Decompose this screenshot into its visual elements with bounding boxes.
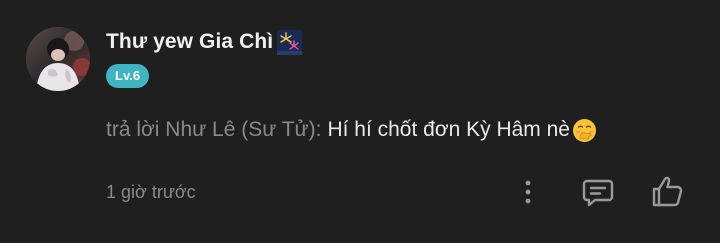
fireworks-emoji-icon [277, 29, 303, 55]
timestamp: 1 giờ trước [106, 182, 196, 202]
reply-button[interactable] [580, 174, 616, 210]
level-label: Lv.6 [115, 68, 141, 83]
username-row[interactable]: Thư yew Gia Chì [106, 28, 303, 56]
like-button[interactable] [648, 174, 686, 210]
username[interactable]: Thư yew Gia Chì [106, 30, 273, 54]
face-with-hand-over-mouth-emoji-icon [571, 117, 598, 144]
vertical-ellipsis-icon [525, 180, 531, 204]
more-options-button[interactable] [516, 174, 540, 210]
level-badge: Lv.6 [106, 64, 150, 88]
comment-body: trả lời Như Lê (Sư Tử): Hí hí chốt đơn K… [106, 115, 598, 145]
comment-item: Thư yew Gia Chì Lv.6 trả lời Như Lê (Sư … [0, 0, 720, 243]
reply-to-label[interactable]: trả lời Như Lê (Sư Tử): [106, 118, 321, 142]
thumbs-up-icon [652, 176, 683, 207]
comment-text: Hí hí chốt đơn Kỳ Hâm nè [327, 118, 570, 141]
avatar[interactable] [26, 27, 90, 91]
comment-bubble-icon [582, 179, 614, 207]
